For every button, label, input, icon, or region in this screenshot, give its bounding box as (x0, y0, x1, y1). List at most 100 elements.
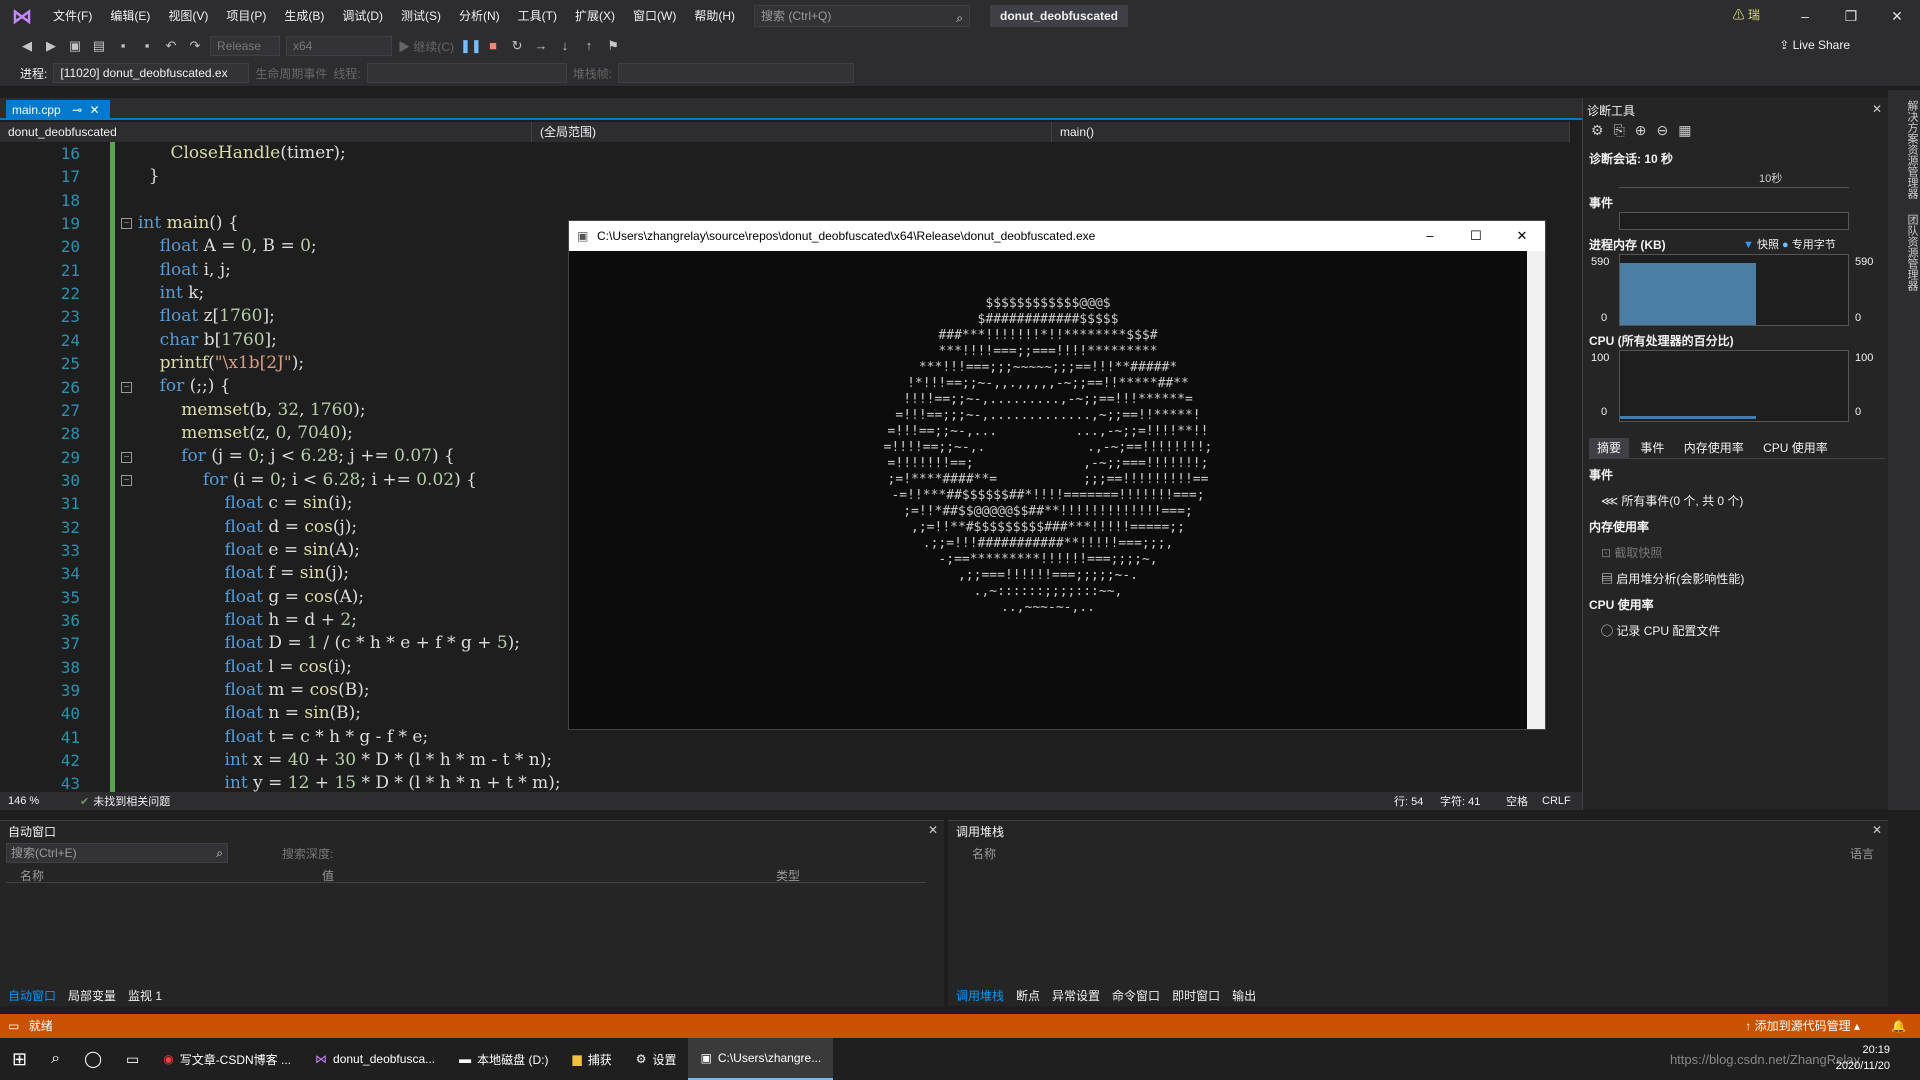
taskbar-disk[interactable]: ▬ 本地磁盘 (D:) (447, 1038, 560, 1080)
fold-toggle-icon[interactable]: − (121, 475, 132, 486)
tab-events[interactable]: 事件 (1632, 438, 1672, 458)
issues-status[interactable]: 未找到相关问题 (93, 793, 170, 809)
pin-icon[interactable]: ⊸ (72, 103, 82, 117)
record-cpu-button[interactable]: ◯ 记录 CPU 配置文件 (1601, 622, 1720, 639)
menu-test[interactable]: 测试(S) (392, 0, 450, 32)
stop-icon[interactable]: ■ (484, 37, 502, 55)
source-control-button[interactable]: ↑ 添加到源代码管理 ▴ (1745, 1014, 1860, 1038)
col-value[interactable]: 值 (322, 867, 334, 884)
console-close-icon[interactable]: ✕ (1499, 221, 1545, 251)
search-box[interactable]: 搜索 (Ctrl+Q) ⌕ (754, 5, 970, 27)
system-tray-clock[interactable]: 20:19 2020/11/20 (1836, 1042, 1890, 1074)
bookmark-icon[interactable]: ⚑ (604, 37, 622, 55)
nav-function-select[interactable]: main() (1052, 122, 1570, 142)
solution-explorer-tab[interactable]: 解决方案资源管理器 (1906, 100, 1918, 199)
menu-edit[interactable]: 编辑(E) (101, 0, 159, 32)
tab-immediate-window[interactable]: 即时窗口 (1172, 986, 1220, 1006)
forward-icon[interactable]: ▶ (42, 37, 60, 55)
user-badge[interactable]: ⚠ 瑞 (1733, 6, 1760, 23)
tab-call-stack[interactable]: 调用堆栈 (956, 986, 1004, 1006)
close-icon[interactable]: ✕ (1874, 0, 1920, 32)
restore-icon[interactable]: ❐ (1828, 0, 1874, 32)
cpu-graph[interactable] (1619, 350, 1849, 422)
export-icon[interactable]: ⎘ (1614, 122, 1625, 139)
step-out-icon[interactable]: ↑ (580, 37, 598, 55)
minimize-icon[interactable]: – (1782, 0, 1828, 32)
all-events-link[interactable]: ⋘ 所有事件(0 个, 共 0 个) (1601, 492, 1743, 509)
console-scrollbar[interactable] (1527, 251, 1545, 729)
settings-icon[interactable]: ⚙ (1591, 122, 1604, 139)
pause-icon[interactable]: ❚❚ (460, 37, 482, 55)
step-into-icon[interactable]: ↓ (556, 37, 574, 55)
menu-window[interactable]: 窗口(W) (624, 0, 685, 32)
console-title-bar[interactable]: ▣ C:\Users\zhangrelay\source\repos\donut… (569, 221, 1545, 251)
tab-main-cpp[interactable]: main.cpp ⊸ ✕ (6, 100, 110, 120)
menu-file[interactable]: 文件(F) (44, 0, 101, 32)
menu-build[interactable]: 生成(B) (275, 0, 333, 32)
fold-toggle-icon[interactable]: − (121, 452, 132, 463)
take-snapshot-button[interactable]: ⊡ 截取快照 (1601, 544, 1662, 561)
live-share-button[interactable]: ⇪ Live Share (1779, 38, 1850, 52)
lifecycle-events-button[interactable]: 生命周期事件 (255, 65, 327, 82)
restart-icon[interactable]: ↻ (508, 37, 526, 55)
back-icon[interactable]: ◀ (18, 37, 36, 55)
diag-close-icon[interactable]: ✕ (1872, 102, 1882, 116)
timeline-ruler[interactable]: 10秒 (1619, 168, 1849, 188)
cpu-section-header[interactable]: CPU (所有处理器的百分比) (1589, 332, 1734, 349)
tab-exception-settings[interactable]: 异常设置 (1052, 986, 1100, 1006)
console-maximize-icon[interactable]: ☐ (1453, 221, 1499, 251)
tab-autos[interactable]: 自动窗口 (8, 986, 56, 1006)
menu-extensions[interactable]: 扩展(X) (566, 0, 624, 32)
configuration-select[interactable]: Release (210, 36, 280, 56)
redo-icon[interactable]: ↷ (186, 37, 204, 55)
menu-view[interactable]: 视图(V) (159, 0, 217, 32)
zoom-in-icon[interactable]: ⊕ (1635, 122, 1647, 139)
whitespace-mode[interactable]: 空格 (1506, 793, 1538, 809)
autos-close-icon[interactable]: ✕ (928, 823, 938, 837)
taskbar-visual-studio[interactable]: ⋈ donut_deobfusca... (303, 1038, 447, 1080)
new-project-icon[interactable]: ▣ (66, 37, 84, 55)
save-all-icon[interactable]: ▪ (138, 37, 156, 55)
events-section-header[interactable]: 事件 (1589, 194, 1613, 211)
menu-tools[interactable]: 工具(T) (509, 0, 566, 32)
menu-help[interactable]: 帮助(H) (685, 0, 744, 32)
heap-analysis-button[interactable]: ▤ 启用堆分析(会影响性能) (1601, 570, 1744, 587)
close-tab-icon[interactable]: ✕ (89, 103, 99, 117)
tab-memory-usage[interactable]: 内存使用率 (1676, 438, 1752, 458)
zoom-level[interactable]: 146 % (0, 795, 80, 807)
nav-project-select[interactable]: donut_deobfuscated (0, 122, 532, 142)
tab-breakpoints[interactable]: 断点 (1016, 986, 1040, 1006)
console-minimize-icon[interactable]: – (1407, 221, 1453, 251)
menu-analyze[interactable]: 分析(N) (450, 0, 509, 32)
col-type[interactable]: 类型 (776, 867, 800, 884)
col-name[interactable]: 名称 (972, 845, 996, 862)
undo-icon[interactable]: ↶ (162, 37, 180, 55)
tab-summary[interactable]: 摘要 (1589, 438, 1630, 458)
reset-zoom-icon[interactable]: ▦ (1678, 122, 1691, 139)
tab-locals[interactable]: 局部变量 (68, 986, 116, 1006)
line-ending[interactable]: CRLF (1538, 795, 1582, 807)
tab-command-window[interactable]: 命令窗口 (1112, 986, 1160, 1006)
taskbar-capture[interactable]: ▆ 捕获 (560, 1038, 623, 1080)
tab-output[interactable]: 输出 (1232, 986, 1256, 1006)
zoom-out-icon[interactable]: ⊖ (1657, 122, 1669, 139)
events-track[interactable] (1619, 212, 1849, 230)
taskbar-settings[interactable]: ⚙ 设置 (624, 1038, 689, 1080)
fold-toggle-icon[interactable]: − (121, 382, 132, 393)
autos-search-input[interactable]: 搜索(Ctrl+E) ⌕ (6, 843, 228, 863)
taskbar-console[interactable]: ▣ C:\Users\zhangre... (688, 1038, 834, 1080)
step-over-icon[interactable]: → (532, 37, 550, 55)
nav-scope-select[interactable]: (全局范围) (532, 122, 1052, 142)
fold-toggle-icon[interactable]: − (121, 218, 132, 229)
team-explorer-tab[interactable]: 团队资源管理器 (1906, 214, 1918, 291)
process-select[interactable]: [11020] donut_deobfuscated.ex (53, 63, 250, 83)
menu-debug[interactable]: 调试(D) (333, 0, 392, 32)
continue-button[interactable]: ▶ 继续(C) (398, 38, 454, 55)
memory-section-header[interactable]: 进程内存 (KB) (1589, 236, 1666, 253)
task-view-icon[interactable]: ▭ (114, 1038, 151, 1080)
tab-cpu-usage[interactable]: CPU 使用率 (1755, 438, 1836, 458)
platform-select[interactable]: x64 (286, 36, 392, 56)
taskbar-chrome[interactable]: ◉ 写文章-CSDN博客 ... (151, 1038, 303, 1080)
menu-project[interactable]: 项目(P) (217, 0, 275, 32)
thread-select[interactable] (366, 63, 567, 83)
